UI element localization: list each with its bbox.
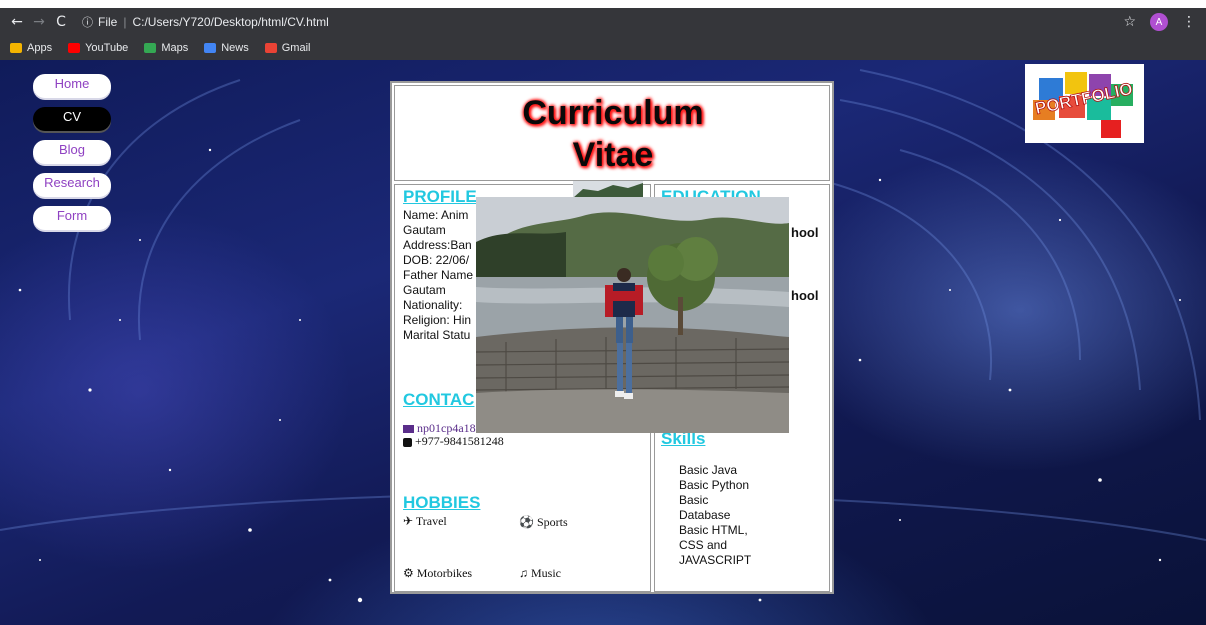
bookmark-label: YouTube xyxy=(85,42,129,54)
skill-item: Basic HTML, xyxy=(679,523,748,537)
hobby-label: Travel xyxy=(415,514,447,528)
skill-item: Basic xyxy=(679,493,709,507)
portfolio-logo: PORTFOLIO xyxy=(1025,64,1144,143)
skill-item: Basic Java xyxy=(679,463,738,477)
nav-cv[interactable]: CV xyxy=(33,107,111,131)
music-note-icon: ♫ xyxy=(519,566,528,580)
menu-icon[interactable]: ⋮ xyxy=(1182,14,1196,30)
forward-icon[interactable]: → xyxy=(28,14,50,30)
cv-header: Curriculum Vitae xyxy=(394,85,830,181)
browser-right-controls: ☆ A ⋮ xyxy=(1123,8,1196,36)
url-scheme: File xyxy=(98,15,118,29)
hobby-label: Music xyxy=(531,566,561,580)
maps-icon xyxy=(144,43,157,53)
soccer-ball-icon: ⚽ xyxy=(519,515,534,529)
nav-research[interactable]: Research xyxy=(33,173,111,197)
contact-phone: +977-9841581248 xyxy=(415,434,504,448)
bookmark-news[interactable]: News xyxy=(204,42,249,54)
bookmark-label: Maps xyxy=(161,42,189,54)
gmail-icon xyxy=(264,43,277,53)
profile-line: Religion: Hin xyxy=(403,313,472,327)
bookmarks-bar: Apps YouTube Maps News Gmail xyxy=(0,36,1206,60)
photo-scene xyxy=(476,197,789,433)
bookmark-maps[interactable]: Maps xyxy=(144,42,188,54)
hobby-label: Sports xyxy=(536,515,568,529)
browser-chrome: ← → C ⓘ File | C:/Users/Y720/Desktop/htm… xyxy=(0,0,1206,60)
nav-home[interactable]: Home xyxy=(33,74,111,98)
apps-grid-icon xyxy=(10,43,22,53)
motorbike-icon: ⚙ xyxy=(403,566,414,580)
profile-heading: PROFILE xyxy=(403,187,477,206)
bookmark-star-icon[interactable]: ☆ xyxy=(1123,14,1136,30)
hobby-music: ♫ Music xyxy=(519,566,561,581)
cv-title: Curriculum Vitae xyxy=(395,92,831,176)
skills-list: Basic Java Basic Python Basic Database B… xyxy=(679,463,751,568)
puzzle-pieces-graphic: PORTFOLIO xyxy=(1033,72,1135,138)
omnibox[interactable]: ⓘ File | C:/Users/Y720/Desktop/html/CV.h… xyxy=(82,14,329,30)
bookmark-gmail[interactable]: Gmail xyxy=(264,42,311,54)
bookmark-apps[interactable]: Apps xyxy=(10,42,52,54)
cv-title-line1: Curriculum xyxy=(522,94,704,132)
profile-line: DOB: 22/06/ xyxy=(403,253,470,267)
bookmark-youtube[interactable]: YouTube xyxy=(68,42,128,54)
profile-line: Nationality: xyxy=(403,298,463,312)
contact-email[interactable]: np01cp4a18 xyxy=(417,421,476,435)
hobbies-heading: HOBBIES xyxy=(403,493,481,512)
profile-photo xyxy=(476,197,789,433)
contact-heading: CONTAC xyxy=(403,390,475,409)
hobby-motorbikes: ⚙ Motorbikes xyxy=(403,566,472,581)
back-icon[interactable]: ← xyxy=(6,14,28,30)
profile-line: Gautam xyxy=(403,223,446,237)
window-top-strip xyxy=(0,0,1206,8)
news-icon xyxy=(204,43,217,53)
url-text[interactable]: C:/Users/Y720/Desktop/html/CV.html xyxy=(132,15,328,29)
info-icon[interactable]: ⓘ xyxy=(82,14,93,30)
skill-item: Database xyxy=(679,508,731,522)
airplane-icon: ✈ xyxy=(403,514,414,528)
cv-title-line2: Vitae xyxy=(572,136,654,174)
profile-avatar[interactable]: A xyxy=(1150,13,1168,31)
education-entry: hool xyxy=(791,225,819,240)
profile-photo-thumbnail xyxy=(573,181,643,198)
hobby-sports: ⚽ Sports xyxy=(519,515,568,530)
address-bar: ← → C ⓘ File | C:/Users/Y720/Desktop/htm… xyxy=(0,8,1206,36)
reload-icon[interactable]: C xyxy=(50,14,72,30)
side-navigation: Home CV Blog Research Form xyxy=(33,74,111,239)
contact-phone-row: +977-9841581248 xyxy=(403,434,504,449)
profile-line: Name: Anim xyxy=(403,208,469,222)
hobby-label: Motorbikes xyxy=(416,566,473,580)
nav-blog[interactable]: Blog xyxy=(33,140,111,164)
education-entry: hool xyxy=(791,288,819,303)
skill-item: JAVASCRIPT xyxy=(679,553,752,567)
youtube-icon xyxy=(68,43,81,53)
profile-line: Father Name xyxy=(403,268,474,282)
bookmark-label: News xyxy=(221,42,249,54)
bookmark-label: Apps xyxy=(27,42,53,54)
hobby-travel: ✈ Travel xyxy=(403,514,447,529)
profile-line: Marital Statu xyxy=(403,328,471,342)
url-separator: | xyxy=(123,15,127,29)
envelope-icon xyxy=(403,425,414,434)
skill-item: CSS and xyxy=(679,538,728,552)
phone-icon xyxy=(403,437,412,447)
profile-line: Address:Ban xyxy=(403,238,472,252)
skill-item: Basic Python xyxy=(679,478,750,492)
bookmark-label: Gmail xyxy=(281,42,311,54)
nav-form[interactable]: Form xyxy=(33,206,111,230)
profile-line: Gautam xyxy=(403,283,446,297)
